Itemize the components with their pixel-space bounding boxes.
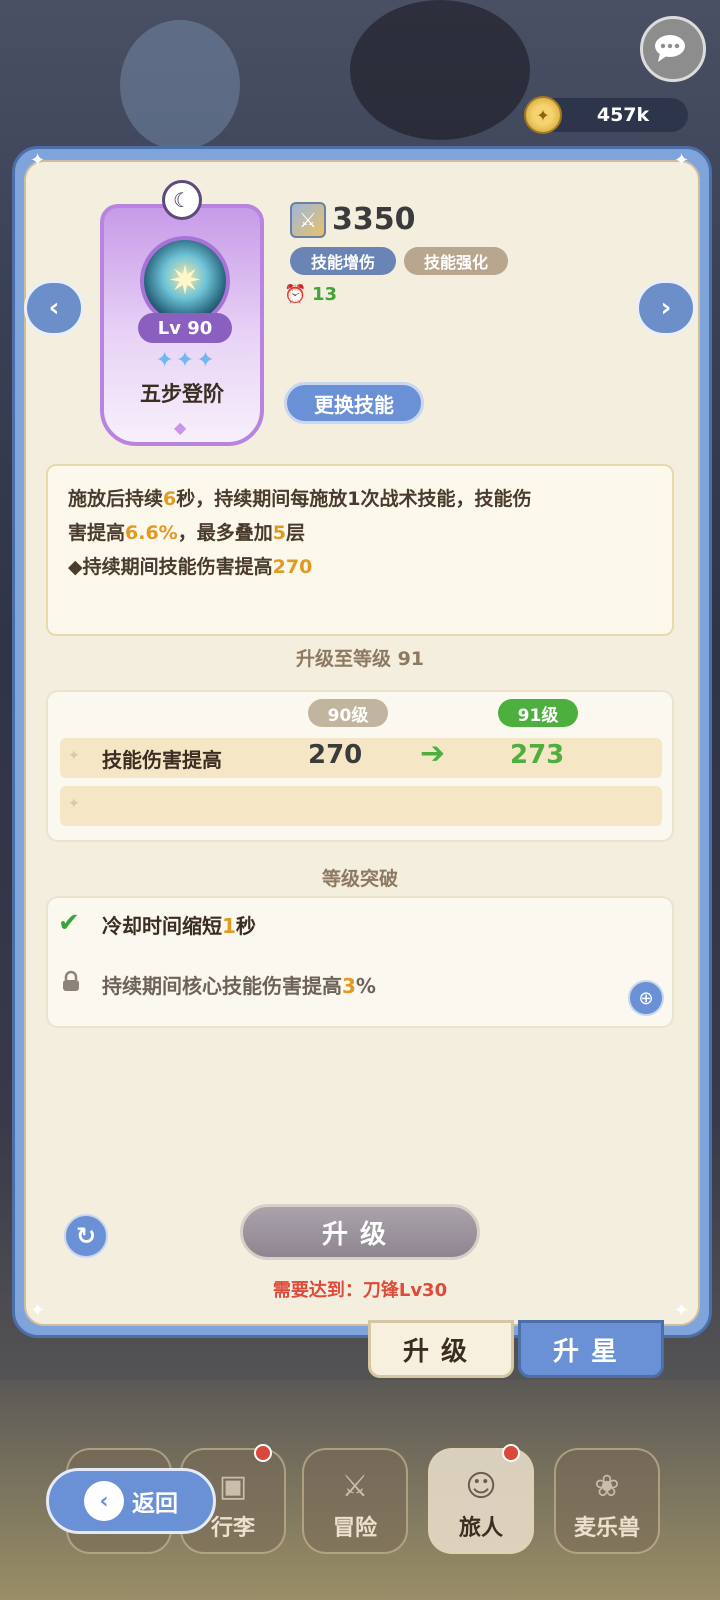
corner-star-icon: ✦ (30, 1300, 46, 1321)
background-character (120, 20, 240, 150)
character-icon: ☺ (465, 1469, 497, 1504)
coin-icon: ✦ (524, 96, 562, 134)
nav-item-adventure[interactable]: ⚔ 冒险 (302, 1448, 408, 1554)
description-line: 施放后持续6秒，持续期间每施放1次战术技能，技能伤 (68, 488, 532, 510)
tab-star-up[interactable]: 升星 (518, 1320, 664, 1378)
stat-current-value: 270 (308, 740, 363, 770)
stat-next-value: 273 (510, 740, 565, 770)
upgrade-requirement: 需要达到：刀锋Lv30 (272, 1280, 448, 1301)
stat-name: 技能伤害提高 (102, 748, 222, 772)
skill-stars: ✦ ✦ ✦ (140, 348, 230, 374)
skill-name: 五步登阶 (140, 382, 224, 406)
table-row (60, 786, 662, 826)
moon-icon: ☾ (162, 180, 202, 220)
chest-icon: ▣ (218, 1469, 248, 1504)
refresh-icon: ↻ (75, 1222, 97, 1250)
star-icon: ✦ (155, 348, 174, 373)
description-line: 害提高6.6%，最多叠加5层 (68, 522, 305, 544)
alarm-clock-icon: ⏰ (284, 284, 307, 305)
tab-upgrade[interactable]: 升级 (368, 1320, 514, 1378)
row-bullet-icon: ✦ (68, 748, 80, 764)
upgrade-title: 升级至等级 91 (295, 648, 425, 670)
corner-star-icon: ✦ (30, 150, 46, 171)
background-character (350, 0, 530, 140)
fox-icon: ❀ (594, 1469, 620, 1504)
row-bullet-icon: ✦ (68, 796, 80, 812)
chevron-right-icon: › (660, 293, 672, 323)
tag-skill-damage: 技能增伤 (290, 247, 396, 275)
coin-amount: 457k (596, 104, 650, 126)
skill-level-badge: Lv 90 (138, 313, 232, 343)
description-line: ◆持续期间技能伤害提高270 (68, 556, 313, 578)
arrow-right-icon: ➔ (420, 736, 446, 771)
breakthrough-item: 持续期间核心技能伤害提高3% (102, 974, 376, 998)
breakthrough-title: 等级突破 (321, 868, 398, 890)
crossed-swords-icon: ⚔ (341, 1469, 369, 1504)
magnifier-icon: ⊕ (638, 987, 654, 1009)
notification-dot (254, 1444, 272, 1462)
tag-skill-enhance: 技能强化 (404, 247, 508, 275)
lock-icon (63, 970, 79, 991)
star-icon: ✦ (175, 348, 195, 373)
nav-item-traveler[interactable]: ☺ 旅人 (428, 1448, 534, 1554)
star-icon: ✦ (196, 348, 215, 373)
next-level-pill: 91级 (498, 699, 578, 727)
notification-dot (502, 1444, 520, 1462)
reset-button[interactable]: ↻ (64, 1214, 108, 1258)
back-button[interactable]: ‹ 返回 (46, 1468, 216, 1534)
check-icon: ✔ (58, 908, 80, 938)
next-skill-button[interactable]: › (636, 280, 696, 336)
chevron-left-icon: ‹ (48, 293, 60, 323)
swap-skill-button[interactable]: 更换技能 (284, 382, 424, 424)
sword-shield-icon: ⚔ (290, 202, 326, 238)
chat-button[interactable] (640, 16, 706, 82)
back-arrow-icon: ‹ (84, 1481, 124, 1521)
breakthrough-item: 冷却时间缩短1秒 (102, 914, 256, 938)
corner-star-icon: ✦ (674, 1300, 690, 1321)
skill-description: 施放后持续6秒，持续期间每施放1次战术技能，技能伤 害提高6.6%，最多叠加5层… (46, 464, 674, 636)
chat-icon (655, 35, 685, 62)
nav-item-pets[interactable]: ❀ 麦乐兽 (554, 1448, 660, 1554)
corner-star-icon: ✦ (674, 150, 690, 171)
current-level-pill: 90级 (308, 699, 388, 727)
upgrade-button[interactable]: 升级 (240, 1204, 480, 1260)
diamond-icon: ◆ (174, 418, 187, 437)
skill-power: 3350 (332, 202, 416, 237)
cooldown-value: 13 (312, 284, 338, 305)
prev-skill-button[interactable]: ‹ (24, 280, 84, 336)
zoom-in-button[interactable]: ⊕ (628, 980, 664, 1016)
